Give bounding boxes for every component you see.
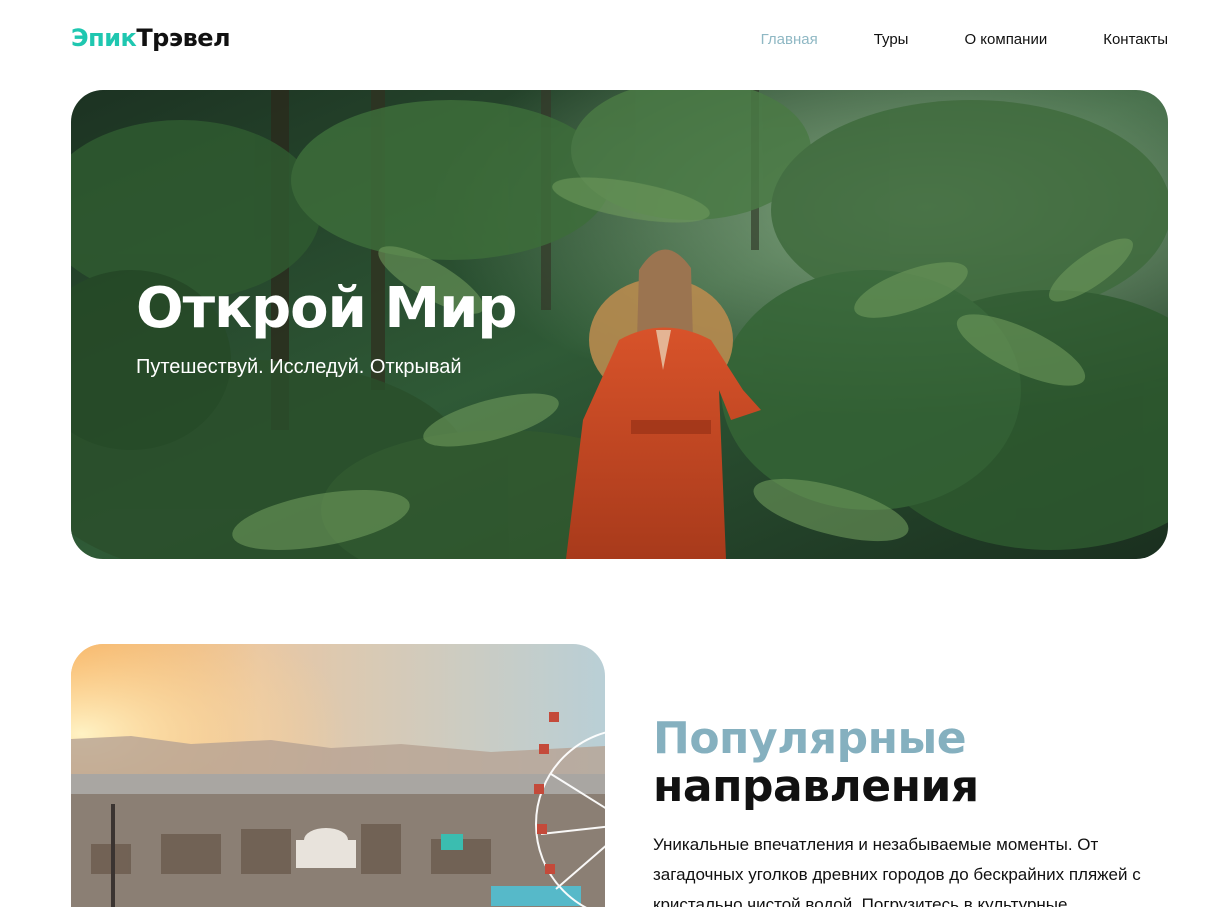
section-title-main: направления (653, 761, 979, 812)
nav-item-contacts[interactable]: Контакты (1103, 31, 1168, 48)
logo-main: Трэвел (136, 24, 231, 52)
nav-item-about[interactable]: О компании (964, 31, 1047, 48)
hero-subtitle: Путешествуй. Исследуй. Открывай (136, 356, 462, 378)
site-header: ЭпикТрэвел Главная Туры О компании Конта… (0, 0, 1230, 82)
section-title-accent: Популярные (653, 713, 967, 764)
nav-item-tours[interactable]: Туры (874, 31, 909, 48)
logo[interactable]: ЭпикТрэвел (71, 24, 231, 52)
city-sunset-image (71, 644, 605, 907)
logo-accent: Эпик (71, 24, 137, 52)
section-description: Уникальные впечатления и незабываемые мо… (653, 835, 1141, 907)
destination-city-image (71, 644, 605, 907)
hero-banner: Открой Мир Путешествуй. Исследуй. Открыв… (71, 90, 1168, 559)
main-nav: Главная Туры О компании Контакты (705, 31, 1168, 48)
section-title: Популярные направления (653, 715, 979, 811)
nav-item-home[interactable]: Главная (761, 31, 818, 48)
hero-title: Открой Мир (136, 276, 517, 341)
